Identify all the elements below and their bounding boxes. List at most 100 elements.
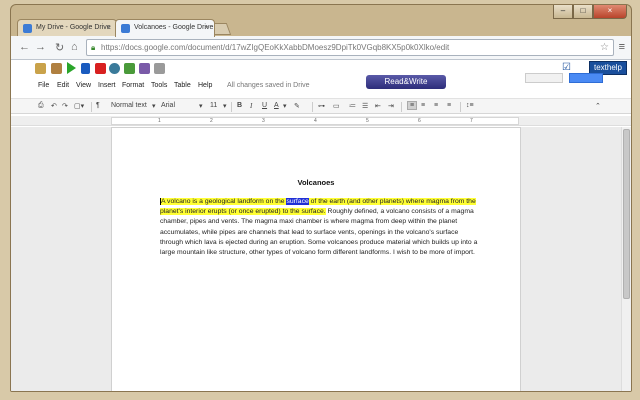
menu-table[interactable]: Table — [174, 82, 191, 89]
save-status: All changes saved in Drive — [227, 82, 310, 89]
print-icon[interactable]: ⎙ — [38, 102, 44, 110]
play-icon[interactable] — [67, 62, 76, 74]
forward-icon[interactable]: → — [35, 41, 46, 53]
menu-insert[interactable]: Insert — [98, 82, 116, 89]
tab-title: Volcanoes - Google Drive — [134, 24, 214, 31]
separator — [231, 102, 232, 112]
size-select[interactable]: 11 — [210, 102, 217, 109]
paint-format-icon[interactable]: ¶ — [96, 102, 100, 109]
docs-app: ☑ texthelp File Edit View Insert Format … — [11, 60, 631, 391]
bold-icon[interactable]: B — [237, 102, 242, 109]
style-dropdown-icon[interactable]: ▾ — [152, 102, 156, 110]
font-select[interactable]: Arial — [161, 102, 175, 109]
scrollbar[interactable] — [621, 127, 631, 391]
separator — [312, 102, 313, 112]
lock-icon: 🔒︎ — [91, 43, 96, 52]
ruler-number: 1 — [158, 118, 161, 124]
scrollbar-thumb[interactable] — [623, 129, 630, 299]
highlight-color-icon[interactable]: ✎ — [294, 102, 300, 110]
align-center-icon[interactable]: ≡ — [421, 102, 425, 109]
text-color-icon[interactable]: A — [274, 102, 279, 109]
docs-icon — [121, 24, 130, 33]
close-window-button[interactable]: × — [593, 5, 627, 19]
bookmark-star-icon[interactable]: ☆ — [600, 40, 609, 55]
document-page[interactable]: Volcanoes A volcano is a geological land… — [111, 127, 521, 391]
ruler-number: 7 — [470, 118, 473, 124]
pause-icon[interactable] — [81, 63, 90, 74]
comments-button[interactable] — [525, 73, 563, 83]
highlighted-text[interactable]: A volcano is a geological landform on th… — [160, 198, 287, 205]
align-right-icon[interactable]: ≡ — [434, 102, 438, 109]
undo-icon[interactable]: ↶ — [51, 102, 57, 110]
underline-icon[interactable]: U — [262, 102, 267, 109]
stop-icon[interactable] — [95, 63, 106, 74]
collect-highlights-icon[interactable] — [139, 63, 150, 74]
align-left-icon[interactable]: ≡ — [407, 101, 418, 110]
zoom-icon[interactable]: ▢▾ — [74, 102, 84, 110]
separator — [91, 102, 92, 112]
link-icon[interactable]: ⊶ — [318, 102, 325, 110]
separator — [401, 102, 402, 112]
ruler-number: 2 — [210, 118, 213, 124]
size-dropdown-icon[interactable]: ▾ — [223, 102, 227, 110]
font-dropdown-icon[interactable]: ▾ — [199, 102, 203, 110]
check-icon: ☑ — [562, 62, 571, 73]
tab-my-drive[interactable]: My Drive - Google Drive × — [17, 19, 117, 37]
menu-view[interactable]: View — [76, 82, 91, 89]
document-canvas[interactable]: Volcanoes A volcano is a geological land… — [11, 127, 623, 391]
minimize-button[interactable]: – — [553, 5, 573, 19]
reload-icon[interactable]: ↻ — [55, 41, 64, 54]
collapse-toolbar-icon[interactable]: ⌃ — [595, 102, 601, 110]
readwrite-toolbar-button[interactable]: Read&Write — [366, 75, 446, 89]
menu-file[interactable]: File — [38, 82, 49, 89]
close-tab-icon[interactable]: × — [204, 23, 209, 32]
vocabulary-icon[interactable] — [154, 63, 165, 74]
search-icon[interactable] — [109, 63, 120, 74]
title-bar: My Drive - Google Drive × Volcanoes - Go… — [11, 5, 631, 37]
share-button[interactable] — [569, 73, 603, 83]
separator — [460, 102, 461, 112]
home-icon[interactable]: ⌂ — [71, 41, 78, 53]
menu-help[interactable]: Help — [198, 82, 212, 89]
folder-icon[interactable] — [35, 63, 46, 74]
ruler-number: 3 — [262, 118, 265, 124]
text-color-dropdown-icon[interactable]: ▾ — [283, 102, 287, 110]
tab-volcanoes[interactable]: Volcanoes - Google Drive × — [115, 19, 215, 37]
comment-icon[interactable]: ▭ — [333, 102, 340, 110]
navigation-bar: ← → ↻ ⌂ 🔒︎ https://docs.google.com/docum… — [11, 36, 631, 60]
style-select[interactable]: Normal text — [111, 102, 147, 109]
decrease-indent-icon[interactable]: ⇤ — [375, 102, 381, 110]
back-icon[interactable]: ← — [19, 41, 30, 53]
menu-tools[interactable]: Tools — [151, 82, 167, 89]
menu-format[interactable]: Format — [122, 82, 144, 89]
numbered-list-icon[interactable]: ≔ — [349, 102, 356, 110]
selected-word[interactable]: surface — [286, 198, 309, 205]
formatting-toolbar: ⎙ ↶ ↷ ▢▾ ¶ Normal text ▾ Arial ▾ 11 ▾ B … — [11, 98, 631, 114]
line-spacing-icon[interactable]: ↕≡ — [466, 102, 474, 109]
url-text: https://docs.google.com/document/d/17wZI… — [101, 43, 450, 52]
browser-window: My Drive - Google Drive × Volcanoes - Go… — [10, 4, 632, 392]
close-tab-icon[interactable]: × — [106, 23, 111, 32]
ruler-number: 6 — [418, 118, 421, 124]
document-title[interactable]: Volcanoes — [112, 178, 520, 187]
redo-icon[interactable]: ↷ — [62, 102, 68, 110]
maximize-button[interactable]: □ — [573, 5, 593, 19]
justify-icon[interactable]: ≡ — [447, 102, 451, 109]
highlighter-icon[interactable] — [124, 63, 135, 74]
document-body[interactable]: A volcano is a geological landform on th… — [160, 197, 478, 258]
address-bar[interactable]: 🔒︎ https://docs.google.com/document/d/17… — [86, 39, 614, 56]
window-controls: – □ × — [553, 5, 627, 19]
wrench-icon[interactable]: ≡ — [619, 41, 625, 53]
ruler-track: 1 2 3 4 5 6 7 — [111, 117, 519, 125]
bulleted-list-icon[interactable]: ☰ — [362, 102, 368, 110]
dictionary-icon[interactable] — [51, 63, 62, 74]
italic-icon[interactable]: I — [250, 102, 252, 110]
drive-icon — [23, 24, 32, 33]
ruler: 1 2 3 4 5 6 7 — [11, 116, 631, 126]
increase-indent-icon[interactable]: ⇥ — [388, 102, 394, 110]
tab-title: My Drive - Google Drive — [36, 24, 111, 31]
body-text[interactable]: Roughly defined, a volcano consists of a… — [160, 208, 477, 256]
ruler-number: 4 — [314, 118, 317, 124]
ruler-number: 5 — [366, 118, 369, 124]
menu-edit[interactable]: Edit — [57, 82, 69, 89]
